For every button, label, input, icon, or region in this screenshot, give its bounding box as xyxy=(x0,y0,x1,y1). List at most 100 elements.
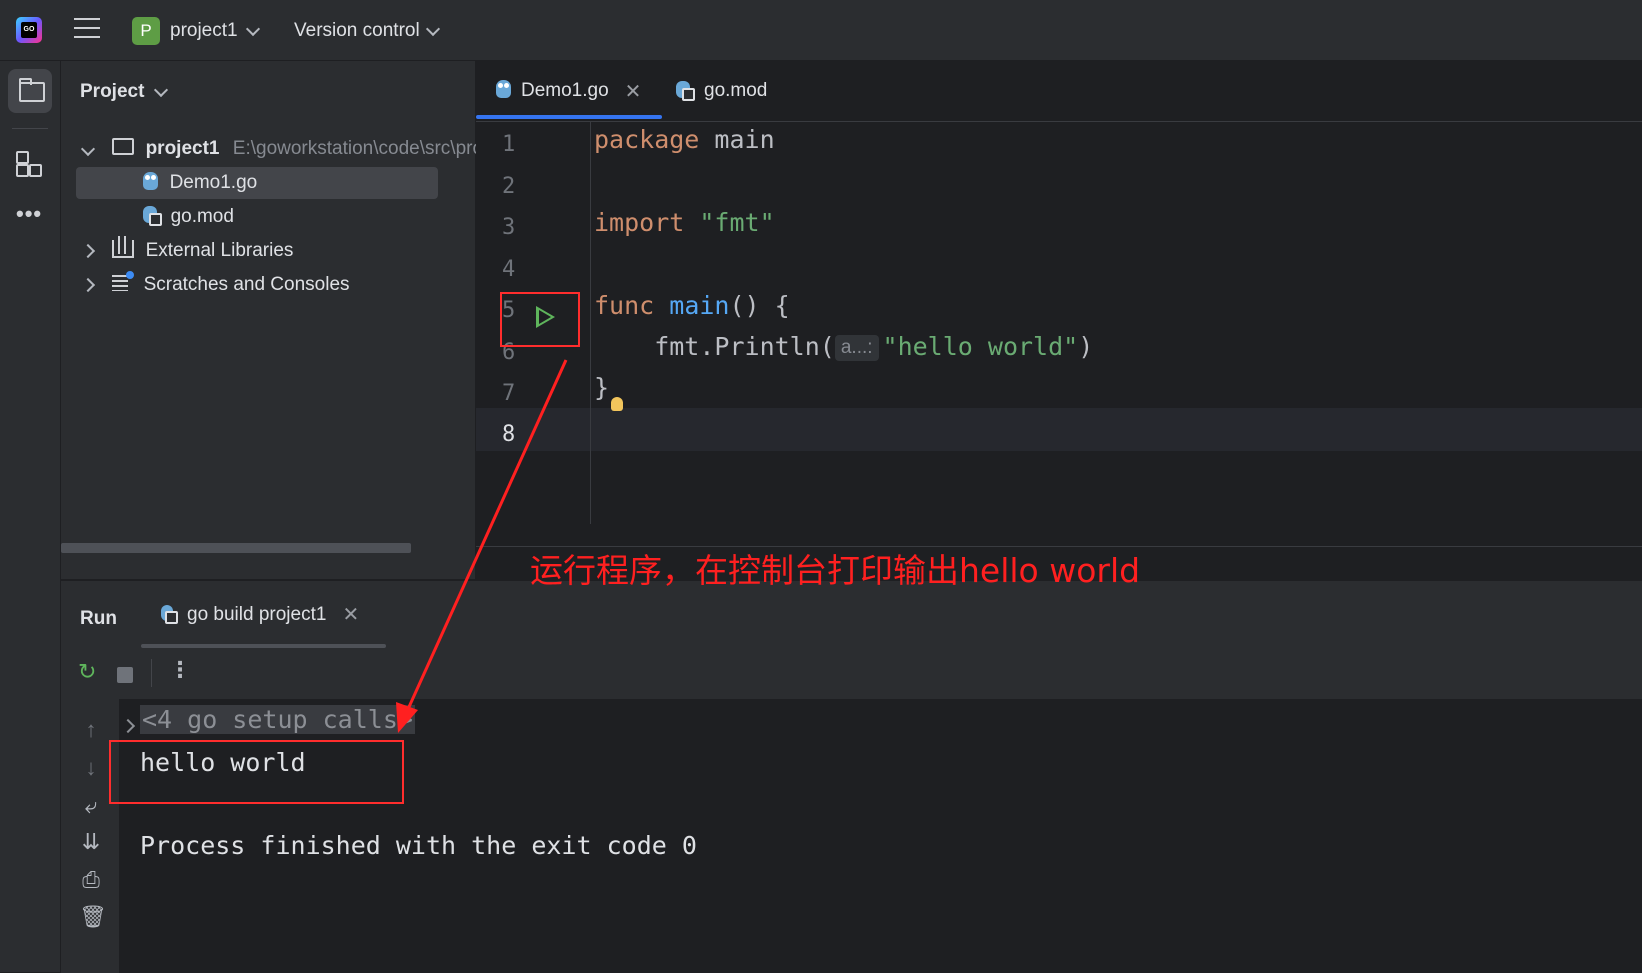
tree-item-label: External Libraries xyxy=(145,240,294,261)
chevron-down-icon xyxy=(154,82,169,97)
expand-chevron-icon[interactable] xyxy=(80,243,96,259)
soft-wrap-icon[interactable]: ⤶ xyxy=(79,793,103,819)
line-number: 4 xyxy=(502,257,516,282)
tool-window-strip: ••• xyxy=(0,61,61,972)
project-tool-icon[interactable] xyxy=(8,69,52,113)
divider xyxy=(151,659,152,687)
library-icon xyxy=(112,235,135,258)
close-icon[interactable]: ✕ xyxy=(625,79,642,104)
code-text: main xyxy=(699,125,775,154)
annotation-box-run-icon xyxy=(500,292,580,347)
parameter-hint: a...: xyxy=(834,335,879,361)
main-menu-icon[interactable] xyxy=(74,18,100,40)
keyword: package xyxy=(594,125,700,154)
line-number: 3 xyxy=(502,215,516,240)
active-tab-indicator xyxy=(476,115,662,119)
horizontal-scrollbar[interactable] xyxy=(61,543,411,553)
folder-icon xyxy=(112,138,135,156)
structure-tool-icon[interactable] xyxy=(16,151,44,179)
current-line-highlight xyxy=(476,408,1642,451)
divider xyxy=(590,122,591,524)
line-number: 2 xyxy=(502,174,516,199)
code-text: } xyxy=(594,373,610,402)
collapsed-output[interactable]: <4 go setup calls> xyxy=(140,705,415,734)
go-build-icon xyxy=(161,604,178,624)
code-line-3[interactable]: import "fmt" xyxy=(594,208,775,237)
divider xyxy=(12,128,48,129)
lightbulb-icon[interactable] xyxy=(611,397,623,411)
print-icon[interactable]: ⎙ xyxy=(79,867,103,893)
version-control-menu[interactable]: Version control xyxy=(294,16,440,46)
project-panel-title: Project xyxy=(80,81,145,102)
code-line-5[interactable]: func main() { xyxy=(594,291,790,320)
scratches-icon xyxy=(112,270,135,291)
line-number: 1 xyxy=(502,132,516,157)
code-text: fmt. xyxy=(594,332,715,361)
tree-item-gomod[interactable]: go.mod xyxy=(76,201,234,233)
close-icon[interactable]: ✕ xyxy=(342,602,359,627)
run-toolbar: ↻ ⋮ xyxy=(61,649,1642,699)
annotation-text: 运行程序，在控制台打印输出hello world xyxy=(530,551,1141,590)
tree-item-demo1[interactable]: Demo1.go xyxy=(76,167,438,199)
title-bar: GO P project1 Version control xyxy=(0,0,1642,61)
tab-label: go.mod xyxy=(704,80,768,101)
down-arrow-icon[interactable]: ↓ xyxy=(79,755,103,781)
project-name: project1 xyxy=(170,20,238,41)
project-panel-header[interactable]: Project xyxy=(80,81,169,103)
tree-root-path: E:\goworkstation\code\src\pro xyxy=(232,138,484,159)
tab-demo1-go[interactable]: Demo1.go ✕ xyxy=(496,61,641,121)
stop-icon[interactable] xyxy=(117,667,133,683)
string-literal: "fmt" xyxy=(684,208,775,237)
line-number: 8 xyxy=(502,422,516,447)
line-number: 7 xyxy=(502,381,516,406)
console-setup-calls[interactable]: <4 go setup calls> xyxy=(140,705,415,734)
up-arrow-icon[interactable]: ↑ xyxy=(79,717,103,743)
tree-item-scratches[interactable]: Scratches and Consoles xyxy=(80,269,350,301)
string-literal: "hello world" xyxy=(882,332,1079,361)
keyword: import xyxy=(594,208,685,237)
console-exit-message: Process finished with the exit code 0 xyxy=(140,831,697,860)
go-mod-icon xyxy=(676,80,695,101)
code-editor: Demo1.go ✕ go.mod 1 2 3 4 5 6 7 8 packag… xyxy=(476,61,1642,579)
tree-item-label: Demo1.go xyxy=(169,172,258,193)
tree-root-name: project1 xyxy=(145,138,220,159)
code-line-6[interactable]: fmt.Println(a...: "hello world") xyxy=(594,332,1093,361)
tree-item-external-libraries[interactable]: External Libraries xyxy=(80,235,294,267)
code-line-7[interactable]: } xyxy=(594,373,609,402)
keyword: func xyxy=(594,291,655,320)
expand-chevron-icon[interactable] xyxy=(120,718,136,734)
tree-item-label: go.mod xyxy=(170,206,234,227)
chevron-down-icon xyxy=(425,21,440,36)
project-badge: P xyxy=(132,17,160,45)
active-tab-indicator xyxy=(141,644,386,648)
project-switcher[interactable]: P project1 xyxy=(132,16,260,46)
run-panel-title: Run xyxy=(80,608,117,629)
tab-label: Demo1.go xyxy=(521,80,609,101)
goland-logo-icon[interactable]: GO xyxy=(16,17,42,43)
version-control-label: Version control xyxy=(294,20,420,41)
run-tab-label: go build project1 xyxy=(187,603,327,625)
expand-chevron-icon[interactable] xyxy=(80,277,96,293)
scroll-to-end-icon[interactable]: ⇊ xyxy=(79,829,103,855)
code-text: ( xyxy=(819,332,835,361)
trash-icon[interactable]: 🗑 xyxy=(79,904,107,930)
code-text: ) xyxy=(1078,332,1094,361)
go-file-icon xyxy=(496,80,511,98)
annotation-box-hello-output xyxy=(109,740,404,804)
chevron-down-icon xyxy=(245,21,260,36)
go-file-icon xyxy=(143,171,159,190)
tree-item-label: Scratches and Consoles xyxy=(143,274,350,295)
line-number-gutter: 1 2 3 4 5 6 7 8 xyxy=(476,122,590,579)
code-text: () { xyxy=(729,291,790,320)
expand-chevron-icon[interactable] xyxy=(80,141,96,157)
rerun-icon[interactable]: ↻ xyxy=(78,659,96,685)
more-options-icon[interactable]: ⋮ xyxy=(169,657,191,683)
tree-item-project-root[interactable]: project1 E:\goworkstation\code\src\pro xyxy=(80,133,484,165)
editor-tab-bar: Demo1.go ✕ go.mod xyxy=(476,61,1642,122)
code-line-1[interactable]: package main xyxy=(594,125,775,154)
function-name: main xyxy=(654,291,730,320)
more-tools-icon[interactable]: ••• xyxy=(16,201,42,227)
tab-go-build-project1[interactable]: go build project1 ✕ xyxy=(161,581,359,648)
project-panel: Project project1 E:\goworkstation\code\s… xyxy=(61,61,483,579)
tab-go-mod[interactable]: go.mod xyxy=(676,61,767,121)
